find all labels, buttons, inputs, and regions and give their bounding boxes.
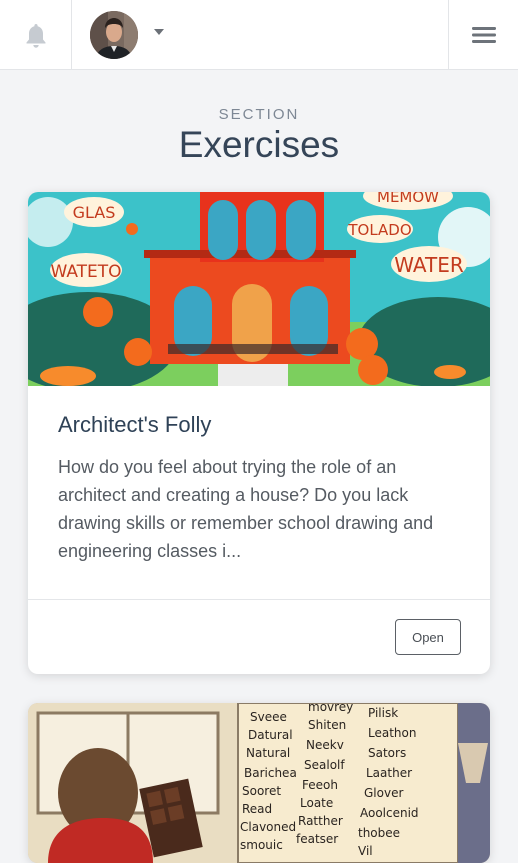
image-word: movrey [308, 703, 353, 714]
user-avatar[interactable] [90, 11, 138, 59]
image-word: Vil [358, 844, 373, 858]
image-word: Feeoh [302, 778, 338, 792]
main-menu-button[interactable] [448, 0, 518, 70]
image-word: Sealolf [304, 758, 345, 772]
card-description: How do you feel about trying the role of… [58, 457, 434, 561]
image-word: Leathon [368, 726, 416, 740]
exercise-card: movrey Pilisk Sveee Shiten Leathon Datur… [28, 703, 490, 863]
card-footer: Open [28, 599, 490, 674]
caret-down-icon[interactable] [154, 29, 164, 35]
user-menu[interactable] [72, 0, 192, 70]
image-word: Aoolcenid [360, 806, 419, 820]
image-word: Sooret [242, 784, 281, 798]
image-word: TOLADO [347, 221, 411, 239]
image-word: Pilisk [368, 706, 398, 720]
image-word: Ratther [298, 814, 343, 828]
image-word: smouic [240, 838, 283, 852]
image-word: Natural [246, 746, 290, 760]
card-title[interactable]: Architect's Folly [58, 412, 211, 438]
image-word: Baricheа [244, 766, 297, 780]
image-word: Sveee [250, 710, 287, 724]
image-word: thobee [358, 826, 400, 840]
notifications-button[interactable] [0, 0, 72, 70]
image-word: WATETO [50, 262, 121, 282]
image-word: Loate [300, 796, 333, 810]
image-word: WATER [394, 253, 464, 277]
page-title: Exercises [178, 124, 340, 165]
image-word: Sators [368, 746, 406, 760]
image-word: Datural [248, 728, 293, 742]
exercise-card-image: GLAS MEMOW TOLADO WATETO WATER [28, 192, 490, 386]
exercise-card-image: movrey Pilisk Sveee Shiten Leathon Datur… [28, 703, 490, 863]
bell-icon [26, 24, 45, 48]
open-button[interactable]: Open [395, 619, 461, 655]
image-word: Glover [364, 786, 403, 800]
image-word: Neekv [306, 738, 344, 752]
hamburger-menu-icon [471, 27, 496, 43]
exercise-card: GLAS MEMOW TOLADO WATETO WATER Architect… [28, 192, 490, 674]
image-word: GLAS [73, 203, 116, 222]
top-navbar [0, 0, 518, 70]
image-word: featser [296, 832, 338, 846]
image-word: Shiten [308, 718, 346, 732]
image-word: Laather [366, 766, 412, 780]
image-word: Clavoned [240, 820, 296, 834]
image-word: MEMOW [377, 192, 439, 206]
section-kicker: SECTION [218, 106, 300, 123]
image-word: Read [242, 802, 272, 816]
